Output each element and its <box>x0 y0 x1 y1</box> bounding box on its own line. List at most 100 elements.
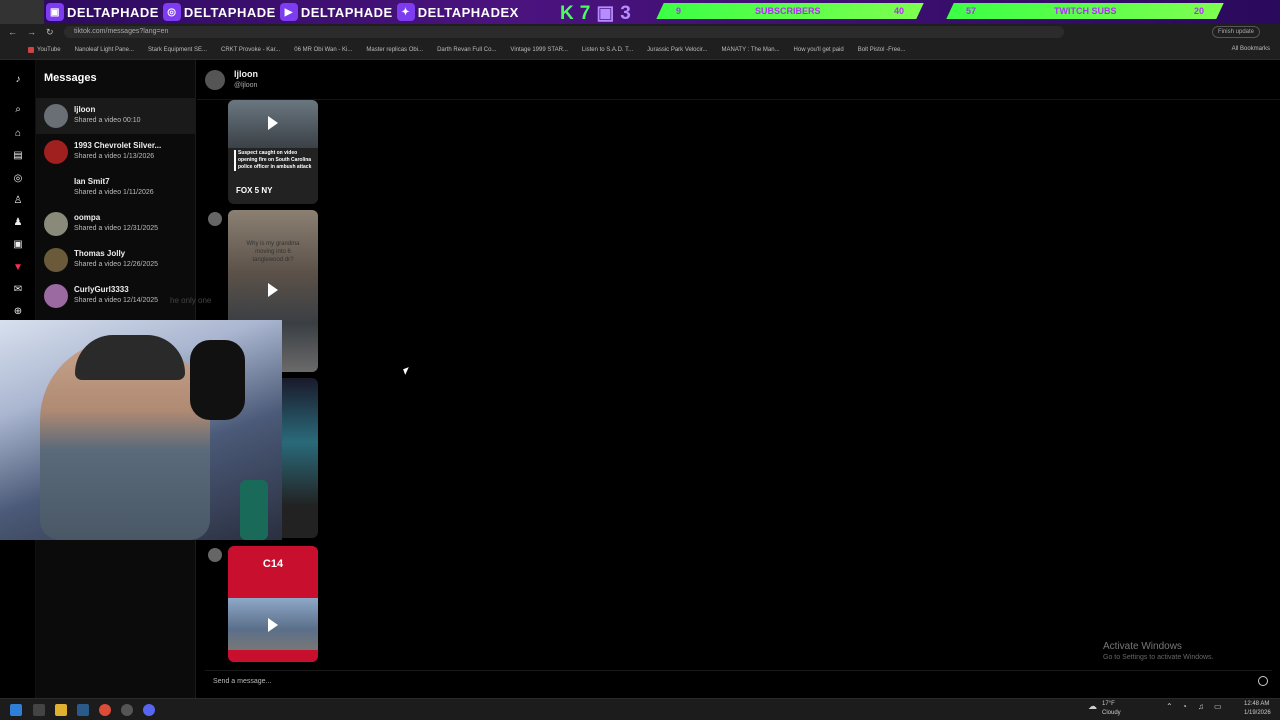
instagram-icon: ◎ <box>162 3 181 21</box>
conversation-item[interactable]: 1993 Chevrolet Silver... Shared a video … <box>36 134 196 170</box>
activate-windows-watermark: Activate Windows Go to Settings to activ… <box>1103 641 1214 661</box>
chat-user-name[interactable]: ljloon <box>234 69 258 79</box>
shared-video-card[interactable]: C14 <box>228 546 318 662</box>
file-explorer-icon[interactable] <box>55 704 67 716</box>
shared-video-card[interactable]: Suspect caught on video opening fire on … <box>228 100 318 204</box>
conversation-preview: Shared a video 12/26/2025 <box>74 261 159 268</box>
bookmark[interactable]: Jurassic Park Velocir... <box>647 47 707 53</box>
avatar <box>44 284 68 308</box>
clock-time[interactable]: 12:48 AM <box>1244 701 1269 707</box>
chrome-icon[interactable] <box>99 704 111 716</box>
activate-title: Activate Windows <box>1103 641 1182 652</box>
tray-chevron-icon[interactable]: ⌃ <box>1166 702 1173 711</box>
windows-start-icon[interactable] <box>10 704 22 716</box>
bookmark-label: Bolt Pistol -Free... <box>857 46 906 53</box>
bookmark-label: Darth Revan Full Co... <box>437 46 497 53</box>
bookmark[interactable]: Stark Equipment SE... <box>148 47 207 53</box>
bookmark-label: How you'll get paid <box>793 46 844 53</box>
bookmark-label: MANATY : The Man... <box>721 46 780 53</box>
network-icon[interactable]: ◔ <box>1182 702 1187 711</box>
avatar <box>44 104 68 128</box>
conversation-name: ljloon <box>74 105 96 114</box>
conversation-preview: Shared a video 1/13/2026 <box>74 153 155 160</box>
bookmark[interactable]: Darth Revan Full Co... <box>437 47 496 53</box>
subscribers-label: SUBSCRIBERS <box>754 6 821 16</box>
steam-icon[interactable] <box>77 704 89 716</box>
messages-title: Messages <box>44 72 97 84</box>
message-input[interactable]: Send a message... <box>213 678 271 685</box>
social-instagram: ◎ DELTAPHADE <box>162 3 276 21</box>
reload-icon[interactable]: ↻ <box>46 27 54 38</box>
obscured-text: he only one <box>170 296 212 305</box>
messages-icon[interactable]: ✉ <box>11 282 25 296</box>
address-bar[interactable]: tiktok.com/messages?lang=en <box>64 26 1064 38</box>
volume-icon[interactable]: ♫ <box>1198 702 1204 711</box>
subscribers-goal-bar: 9 SUBSCRIBERS 40 <box>656 3 924 19</box>
conversation-item[interactable]: Thomas Jolly Shared a video 12/26/2025 <box>36 242 196 278</box>
streamer-cap <box>75 335 185 380</box>
bookmark-label: Jurassic Park Velocir... <box>647 46 708 53</box>
social-twitch: ▣ DELTAPHADE <box>46 3 159 21</box>
bookmark-label: Nanoleaf Light Pane... <box>74 46 134 53</box>
browser-tab-stub[interactable] <box>0 0 44 24</box>
bookmark[interactable]: Bolt Pistol -Free... <box>858 47 906 53</box>
conversation-name: Ian Smit7 <box>74 177 110 186</box>
bookmarks-bar: YouTube Nanoleaf Light Pane... Stark Equ… <box>0 40 1280 60</box>
explore-icon[interactable]: ◎ <box>11 171 25 185</box>
conversation-item[interactable]: Ian Smit7 Shared a video 1/11/2026 <box>36 170 196 206</box>
upload-icon[interactable]: ⊕ <box>11 304 25 318</box>
home-icon[interactable]: ⌂ <box>11 126 25 140</box>
obs-icon[interactable] <box>121 704 133 716</box>
browser-nav: ← → ↻ <box>0 27 60 38</box>
twitch-subs-current: 57 <box>966 6 977 16</box>
bookmark[interactable]: Vintage 1999 STAR... <box>510 47 567 53</box>
bottle <box>240 480 268 540</box>
webcam-overlay <box>0 320 282 540</box>
forward-icon[interactable]: → <box>27 27 36 38</box>
weather-temp[interactable]: 17°F <box>1102 701 1115 707</box>
task-view-icon[interactable] <box>33 704 45 716</box>
live-icon[interactable]: ▣ <box>11 237 25 251</box>
following-icon[interactable]: ♙ <box>11 193 25 207</box>
conversation-preview: Shared a video 12/14/2025 <box>74 297 159 304</box>
conversation-name: Thomas Jolly <box>74 249 126 258</box>
bookmark[interactable]: Master replicas Obi... <box>366 47 423 53</box>
back-icon[interactable]: ← <box>8 27 17 38</box>
twitch-subs-goal: 20 <box>1193 6 1204 16</box>
shop-icon[interactable]: ▤ <box>11 148 25 162</box>
friends-icon[interactable]: ♟ <box>11 215 25 229</box>
avatar[interactable] <box>205 70 225 90</box>
windows-taskbar: ☁ 17°F Cloudy ⌃ ◔ ♫ ▭ 12:48 AM 1/19/2026 <box>0 698 1280 720</box>
activity-icon[interactable]: ▼ <box>11 260 25 274</box>
social-label: DELTAPHADE <box>67 4 159 20</box>
bookmark[interactable]: 06 MR Obi Wan - Ki... <box>294 47 352 53</box>
update-button[interactable]: Finish update <box>1211 26 1260 38</box>
battery-icon[interactable]: ▭ <box>1214 702 1222 711</box>
twitch-badge-icon: ▣ <box>596 3 615 24</box>
clock-date[interactable]: 1/19/2026 <box>1244 710 1271 716</box>
bookmark[interactable]: CRKT Provoke - Kar... <box>221 47 280 53</box>
conversation-preview: Shared a video 00:10 <box>74 117 141 124</box>
conversation-item[interactable]: ljloon Shared a video 00:10 <box>36 98 196 134</box>
bookmark-label: 06 MR Obi Wan - Ki... <box>294 46 353 53</box>
tiktok-logo-icon[interactable]: ♪ <box>11 72 25 86</box>
social-label: DELTAPHADE <box>183 4 276 20</box>
emoji-icon[interactable] <box>1258 676 1268 686</box>
conversation-item[interactable]: oompa Shared a video 12/31/2025 <box>36 206 196 242</box>
message-compose: Send a message... <box>205 670 1272 690</box>
subscribers-current: 9 <box>676 6 682 16</box>
bookmark[interactable]: Listen to S.A.D. T... <box>582 47 633 53</box>
avatar <box>44 212 68 236</box>
bookmark[interactable]: How you'll get paid <box>794 47 844 53</box>
search-icon[interactable]: ⌕ <box>11 102 25 116</box>
all-bookmarks-button[interactable]: All Bookmarks <box>1232 46 1270 52</box>
chat-user-handle: @ljloon <box>234 82 258 89</box>
discord-icon[interactable] <box>143 704 155 716</box>
bookmark[interactable]: Nanoleaf Light Pane... <box>75 47 134 53</box>
twitch-subs-goal-bar: 57 TWITCH SUBS 20 <box>946 3 1224 19</box>
bookmark[interactable]: MANATY : The Man... <box>722 47 780 53</box>
twitch-icon: ▣ <box>46 3 64 21</box>
weather-desc: Cloudy <box>1102 710 1121 716</box>
bookmark[interactable]: YouTube <box>28 46 61 53</box>
conversation-name: 1993 Chevrolet Silver... <box>74 141 162 150</box>
